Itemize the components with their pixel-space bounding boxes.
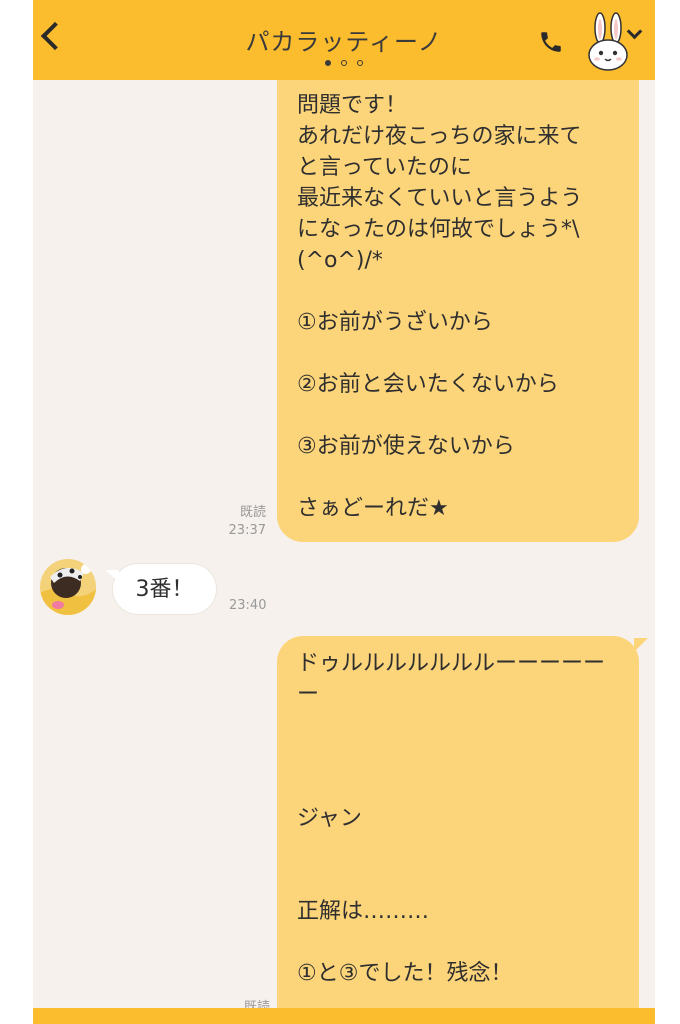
message-line	[297, 338, 623, 369]
bunny-avatar-icon[interactable]	[586, 12, 630, 72]
message-line: 最近来なくていいと言うよう	[297, 186, 583, 211]
message-time: 23:40	[229, 598, 267, 613]
message-line	[297, 927, 623, 958]
message-line: ー	[297, 682, 320, 707]
message-line: 問題です！	[297, 93, 408, 118]
contact-avatar[interactable]	[40, 559, 96, 615]
message-line: と言っていたのに	[297, 155, 472, 180]
received-message-bubble[interactable]: 3番！	[105, 563, 217, 615]
page-indicator	[33, 60, 655, 66]
read-receipt: 既読	[239, 505, 266, 520]
message-line: ③お前が使えないから	[297, 434, 515, 459]
message-line	[297, 710, 623, 741]
message-line: になったのは何故でしょう*\	[297, 217, 580, 242]
message-line	[297, 400, 623, 431]
chat-header: パカラッティーノ	[33, 0, 655, 80]
page-dot	[357, 60, 363, 66]
message-line	[297, 741, 623, 772]
bottom-bar	[33, 1008, 655, 1024]
message-line	[297, 865, 623, 896]
message-meta: 既読 23:37	[218, 504, 266, 540]
message-time: 23:37	[228, 523, 266, 538]
message-line	[297, 276, 623, 307]
message-line: ②お前と会いたくないから	[297, 372, 559, 397]
phone-icon[interactable]	[538, 29, 564, 55]
page-dot	[325, 60, 331, 66]
message-line: ①と③でした！残念！	[297, 961, 513, 986]
message-line: ①お前がうざいから	[297, 310, 493, 335]
message-line: ジャン	[297, 806, 362, 831]
page-dot	[341, 60, 347, 66]
message-line: (^o^)/*	[297, 248, 383, 273]
message-line	[297, 772, 623, 803]
chat-screen: パカラッティーノ 問題です！ あれだけ夜こっちの家に来て と言っていたのに 最近…	[33, 0, 655, 1024]
contact-photo	[40, 559, 96, 615]
message-line: あれだけ夜こっちの家に来て	[297, 124, 582, 149]
message-line	[297, 834, 623, 865]
message-line	[297, 462, 623, 493]
message-line: ドゥルルルルルルルーーーーー	[297, 651, 606, 676]
message-line: さぁどーれだ★	[297, 496, 449, 521]
message-line: 正解は………	[297, 899, 430, 924]
sent-message-bubble[interactable]: 問題です！ あれだけ夜こっちの家に来て と言っていたのに 最近来なくていいと言う…	[277, 80, 639, 542]
sent-message-bubble[interactable]: ドゥルルルルルルルーーーーー ー ジャン 正解は……… ①と③でした！残念！	[277, 636, 648, 1024]
